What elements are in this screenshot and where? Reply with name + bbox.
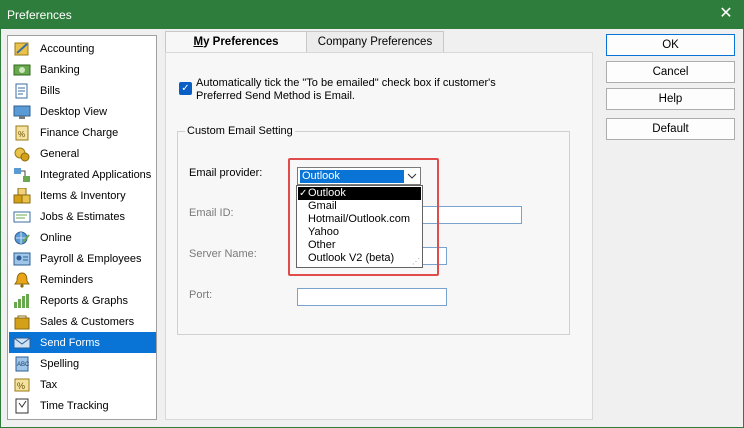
- reports-graphs-icon: [12, 293, 32, 309]
- help-button[interactable]: Help: [606, 88, 735, 110]
- sidebar-item-label: Sales & Customers: [40, 315, 135, 328]
- send-forms-icon: [12, 335, 32, 351]
- tax-icon: %: [12, 377, 32, 393]
- sidebar-item-desktop-view[interactable]: Desktop View: [9, 101, 156, 122]
- sidebar-item-label: Online: [40, 231, 72, 244]
- sidebar-item-reminders[interactable]: Reminders: [9, 269, 156, 290]
- default-button[interactable]: Default: [606, 118, 735, 140]
- sidebar-item-label: Spelling: [40, 357, 80, 370]
- sidebar-item-label: Integrated Applications: [40, 168, 152, 181]
- integrated-applications-icon: [12, 167, 32, 183]
- general-icon: [12, 146, 32, 162]
- items-inventory-icon: [12, 187, 32, 204]
- desktop-view-icon: [12, 104, 32, 120]
- svg-text:%: %: [17, 381, 25, 391]
- sidebar-item-jobs-estimates[interactable]: Jobs & Estimates: [9, 206, 156, 227]
- preferences-category-list[interactable]: Accounting Banking Bills Desktop View % …: [7, 35, 157, 420]
- port-label: Port:: [189, 289, 213, 301]
- port-field[interactable]: [297, 288, 447, 306]
- sidebar-item-time-tracking[interactable]: Time Tracking: [9, 395, 156, 416]
- reminders-icon: [12, 271, 32, 288]
- sidebar-item-spelling[interactable]: ABC Spelling: [9, 353, 156, 374]
- accounting-icon: [12, 41, 32, 57]
- tab-label: y Preferences: [203, 36, 279, 48]
- sidebar-item-banking[interactable]: Banking: [9, 59, 156, 80]
- window-title: Preferences: [7, 8, 72, 22]
- sidebar-item-label: Accounting: [40, 42, 95, 55]
- banking-icon: [12, 62, 32, 78]
- sidebar-item-label: Tax: [40, 378, 58, 391]
- sidebar-item-label: Items & Inventory: [40, 189, 126, 202]
- sidebar-item-reports-graphs[interactable]: Reports & Graphs: [9, 290, 156, 311]
- jobs-estimates-icon: [12, 209, 32, 225]
- tab-company-preferences[interactable]: Company Preferences: [306, 31, 444, 53]
- sidebar-item-label: Reminders: [40, 273, 94, 286]
- time-tracking-icon: [12, 398, 32, 414]
- title-bar: Preferences ✕: [1, 1, 743, 29]
- sidebar-item-label: Send Forms: [40, 336, 100, 349]
- group-title: Custom Email Setting: [185, 125, 295, 137]
- sidebar-item-payroll-employees[interactable]: Payroll & Employees: [9, 248, 156, 269]
- bills-icon: [12, 83, 32, 99]
- auto-tick-label: Automatically tick the "To be emailed" c…: [196, 77, 496, 102]
- close-icon[interactable]: ✕: [717, 5, 735, 23]
- tab-accelerator: M: [193, 36, 204, 48]
- online-icon: [12, 230, 32, 246]
- auto-tick-checkbox[interactable]: ✓: [179, 82, 192, 95]
- sidebar-item-label: Payroll & Employees: [40, 252, 142, 265]
- preferences-window: Preferences ✕ Accounting Banking Bills D…: [0, 0, 744, 428]
- sidebar-item-label: Time Tracking: [40, 399, 109, 412]
- sidebar-item-label: Jobs & Estimates: [40, 210, 125, 223]
- sidebar-item-online[interactable]: Online: [9, 227, 156, 248]
- svg-text:ABC: ABC: [17, 362, 30, 368]
- payroll-employees-icon: [12, 251, 32, 267]
- sidebar-item-label: Reports & Graphs: [40, 294, 129, 307]
- svg-text:%: %: [18, 130, 25, 139]
- sidebar-item-sales-customers[interactable]: Sales & Customers: [9, 311, 156, 332]
- highlight-box: [288, 158, 439, 276]
- sidebar-item-label: Banking: [40, 63, 80, 76]
- sidebar-item-tax[interactable]: % Tax: [9, 374, 156, 395]
- sidebar-item-label: General: [40, 147, 80, 160]
- sidebar-item-label: Desktop View: [40, 105, 108, 118]
- sidebar-item-label: Bills: [40, 84, 61, 97]
- sidebar-item-label: Finance Charge: [40, 126, 119, 139]
- sidebar-item-general[interactable]: General: [9, 143, 156, 164]
- email-id-label: Email ID:: [189, 207, 234, 219]
- spelling-icon: ABC: [12, 356, 32, 372]
- sidebar-item-bills[interactable]: Bills: [9, 80, 156, 101]
- sales-customers-icon: [12, 314, 32, 330]
- ok-button[interactable]: OK: [606, 34, 735, 56]
- sidebar-item-integrated-applications[interactable]: Integrated Applications: [9, 164, 156, 185]
- sidebar-item-accounting[interactable]: Accounting: [9, 38, 156, 59]
- sidebar-item-finance-charge[interactable]: % Finance Charge: [9, 122, 156, 143]
- sidebar-item-items-inventory[interactable]: Items & Inventory: [9, 185, 156, 206]
- sidebar-item-send-forms[interactable]: Send Forms: [9, 332, 156, 353]
- finance-charge-icon: %: [12, 125, 32, 141]
- email-provider-label: Email provider:: [189, 167, 263, 179]
- cancel-button[interactable]: Cancel: [606, 61, 735, 83]
- tab-my-preferences[interactable]: My Preferences: [165, 31, 307, 53]
- server-name-label: Server Name:: [189, 248, 257, 260]
